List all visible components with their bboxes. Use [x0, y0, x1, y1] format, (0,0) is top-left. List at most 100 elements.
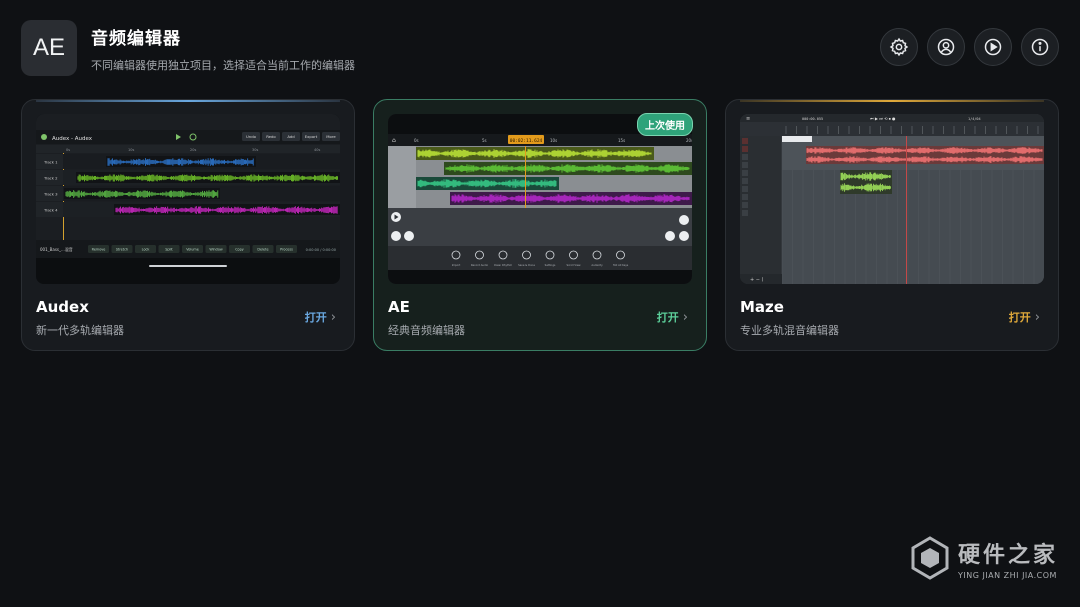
- editor-card-audex[interactable]: Audex - Audex Undo Redo Add Export More 0s 10…: [21, 99, 355, 351]
- svg-text:Stretch: Stretch: [116, 247, 128, 251]
- svg-text:Remove: Remove: [92, 247, 106, 251]
- svg-text:Volume: Volume: [186, 247, 199, 251]
- ae-preview: ⌂ 0s 5s 10s 15s 20s 00:02:11.624 Import Recor…: [388, 114, 692, 284]
- info-icon: [1031, 38, 1049, 56]
- open-label: 打开: [304, 311, 327, 324]
- svg-text:More: More: [326, 134, 336, 139]
- gear-icon: [889, 37, 909, 57]
- audex-preview: Audex - Audex Undo Redo Add Export More 0s 10…: [36, 114, 340, 284]
- time-marker: 00:02:11.624: [510, 138, 543, 144]
- account-button[interactable]: [927, 28, 965, 66]
- svg-text:Lock: Lock: [142, 247, 150, 251]
- top-toolbar: [880, 28, 1059, 66]
- ruler-tick: 0s: [414, 138, 419, 143]
- open-label: 打开: [1008, 311, 1031, 324]
- audio-clip: [840, 170, 892, 194]
- ruler-tick: 20s: [686, 138, 692, 143]
- audex-toolbar-button: Add: [282, 132, 300, 141]
- audex-footer-button: Delete: [252, 245, 274, 253]
- last-used-badge: 上次使用: [637, 113, 693, 136]
- audio-clip: [416, 177, 559, 190]
- user-icon: [937, 38, 955, 56]
- audex-footer-button: Window: [205, 245, 227, 253]
- editor-card-maze[interactable]: ≡ 000:00.055 ⏮ ▶ ⏭ ⟲ ⏹ ● 1/4/04 + − ⟨ Ma…: [725, 99, 1059, 351]
- audex-footer-button: Remove: [88, 245, 109, 253]
- maze-preview: ≡ 000:00.055 ⏮ ▶ ⏭ ⟲ ⏹ ● 1/4/04 + − ⟨: [740, 114, 1044, 284]
- maze-screenshot: ≡ 000:00.055 ⏮ ▶ ⏭ ⟲ ⏹ ● 1/4/04 + − ⟨: [740, 114, 1044, 284]
- svg-text:Settings: Settings: [545, 263, 556, 267]
- svg-text:+ − ⟨: + − ⟨: [750, 277, 764, 283]
- home-icon: ⌂: [392, 137, 396, 144]
- card-title: AE: [388, 298, 410, 316]
- watermark: 硬件之家 YING JIAN ZHI JIA.COM: [910, 536, 1058, 580]
- open-button[interactable]: 打开 ›: [657, 309, 688, 325]
- svg-text:Process: Process: [280, 247, 293, 251]
- audex-footer-button: Lock: [135, 245, 156, 253]
- home-icon: [41, 134, 47, 140]
- card-description: 专业多轨混音编辑器: [740, 324, 839, 337]
- track-label: Track 3: [43, 192, 58, 197]
- svg-text:Export: Export: [305, 134, 318, 139]
- play-icon: [984, 38, 1002, 56]
- ruler-tick: 15s: [618, 138, 625, 143]
- svg-text:Import: Import: [452, 263, 461, 267]
- watermark-logo-icon: [911, 536, 949, 580]
- chevron-right-icon: ›: [682, 309, 688, 325]
- track-label: Track 1: [43, 160, 58, 165]
- chevron-right-icon: ›: [1034, 309, 1040, 325]
- open-button[interactable]: 打开 ›: [1009, 309, 1040, 325]
- card-accent-line: [36, 100, 340, 102]
- app-header: AE 音频编辑器 不同编辑器使用独立项目，选择适合当前工作的编辑器: [21, 20, 355, 76]
- audex-toolbar-button: Export: [302, 132, 320, 141]
- audex-screenshot: Audex - Audex Undo Redo Add Export More 0s 10…: [36, 114, 340, 284]
- editor-cards: Audex - Audex Undo Redo Add Export More 0s 10…: [21, 99, 1059, 351]
- svg-text:Redo: Redo: [266, 134, 276, 139]
- ruler-tick: 10s: [128, 148, 134, 152]
- audex-footer-label: 001_Bass_...混音: [40, 246, 73, 252]
- ruler-tick: 20s: [190, 148, 196, 152]
- svg-text:Record Audio: Record Audio: [471, 263, 489, 267]
- svg-text:Scroll View: Scroll View: [566, 263, 581, 267]
- ruler-tick: 30s: [252, 148, 258, 152]
- card-accent-line: [740, 100, 1044, 102]
- info-button[interactable]: [1021, 28, 1059, 66]
- app-logo: AE: [21, 20, 77, 76]
- maze-time: 000:00.055: [802, 117, 823, 121]
- ruler-tick: 0s: [66, 148, 70, 152]
- card-description: 经典音频编辑器: [388, 324, 465, 337]
- watermark-en: YING JIAN ZHI JIA.COM: [957, 570, 1057, 580]
- watermark-cn: 硬件之家: [957, 542, 1058, 568]
- editor-card-ae[interactable]: ⌂ 0s 5s 10s 15s 20s 00:02:11.624 Import Recor…: [373, 99, 707, 351]
- track-label: Track 2: [43, 176, 58, 181]
- transport-icons: ⏮ ▶ ⏭ ⟲ ⏹ ●: [870, 116, 896, 121]
- svg-text:Copy: Copy: [235, 247, 244, 251]
- audex-footer-button: Copy: [229, 245, 250, 253]
- audex-footer-button: Process: [276, 245, 297, 253]
- open-button[interactable]: 打开 ›: [305, 309, 336, 325]
- ruler-tick: 10s: [550, 138, 557, 143]
- audex-footer-button: Stretch: [111, 245, 133, 253]
- svg-text:Undo: Undo: [246, 134, 257, 139]
- track-label: Track 4: [43, 208, 58, 213]
- svg-text:Split: Split: [165, 247, 173, 251]
- maze-meter: 1/4/04: [968, 117, 981, 121]
- settings-button[interactable]: [880, 28, 918, 66]
- menu-icon: ≡: [746, 116, 750, 122]
- open-label: 打开: [656, 311, 679, 324]
- audex-toolbar-button: Undo: [242, 132, 260, 141]
- page-subtitle: 不同编辑器使用独立项目，选择适合当前工作的编辑器: [91, 58, 355, 72]
- chevron-right-icon: ›: [330, 309, 336, 325]
- audex-toolbar-button: More: [322, 132, 340, 141]
- svg-text:Audacity: Audacity: [591, 263, 603, 267]
- audex-time: 0:00:00 / 0:00:00: [306, 248, 336, 252]
- play-button[interactable]: [974, 28, 1012, 66]
- audex-toolbar-button: Redo: [262, 132, 280, 141]
- ruler-tick: 40s: [314, 148, 320, 152]
- audex-footer-button: Split: [158, 245, 180, 253]
- card-description: 新一代多轨编辑器: [36, 324, 124, 337]
- card-title: Maze: [740, 298, 784, 316]
- svg-text:Window: Window: [209, 247, 223, 251]
- audex-footer-button: Volume: [182, 245, 203, 253]
- audex-title: Audex - Audex: [52, 136, 93, 142]
- svg-text:Save & Done: Save & Done: [518, 263, 535, 267]
